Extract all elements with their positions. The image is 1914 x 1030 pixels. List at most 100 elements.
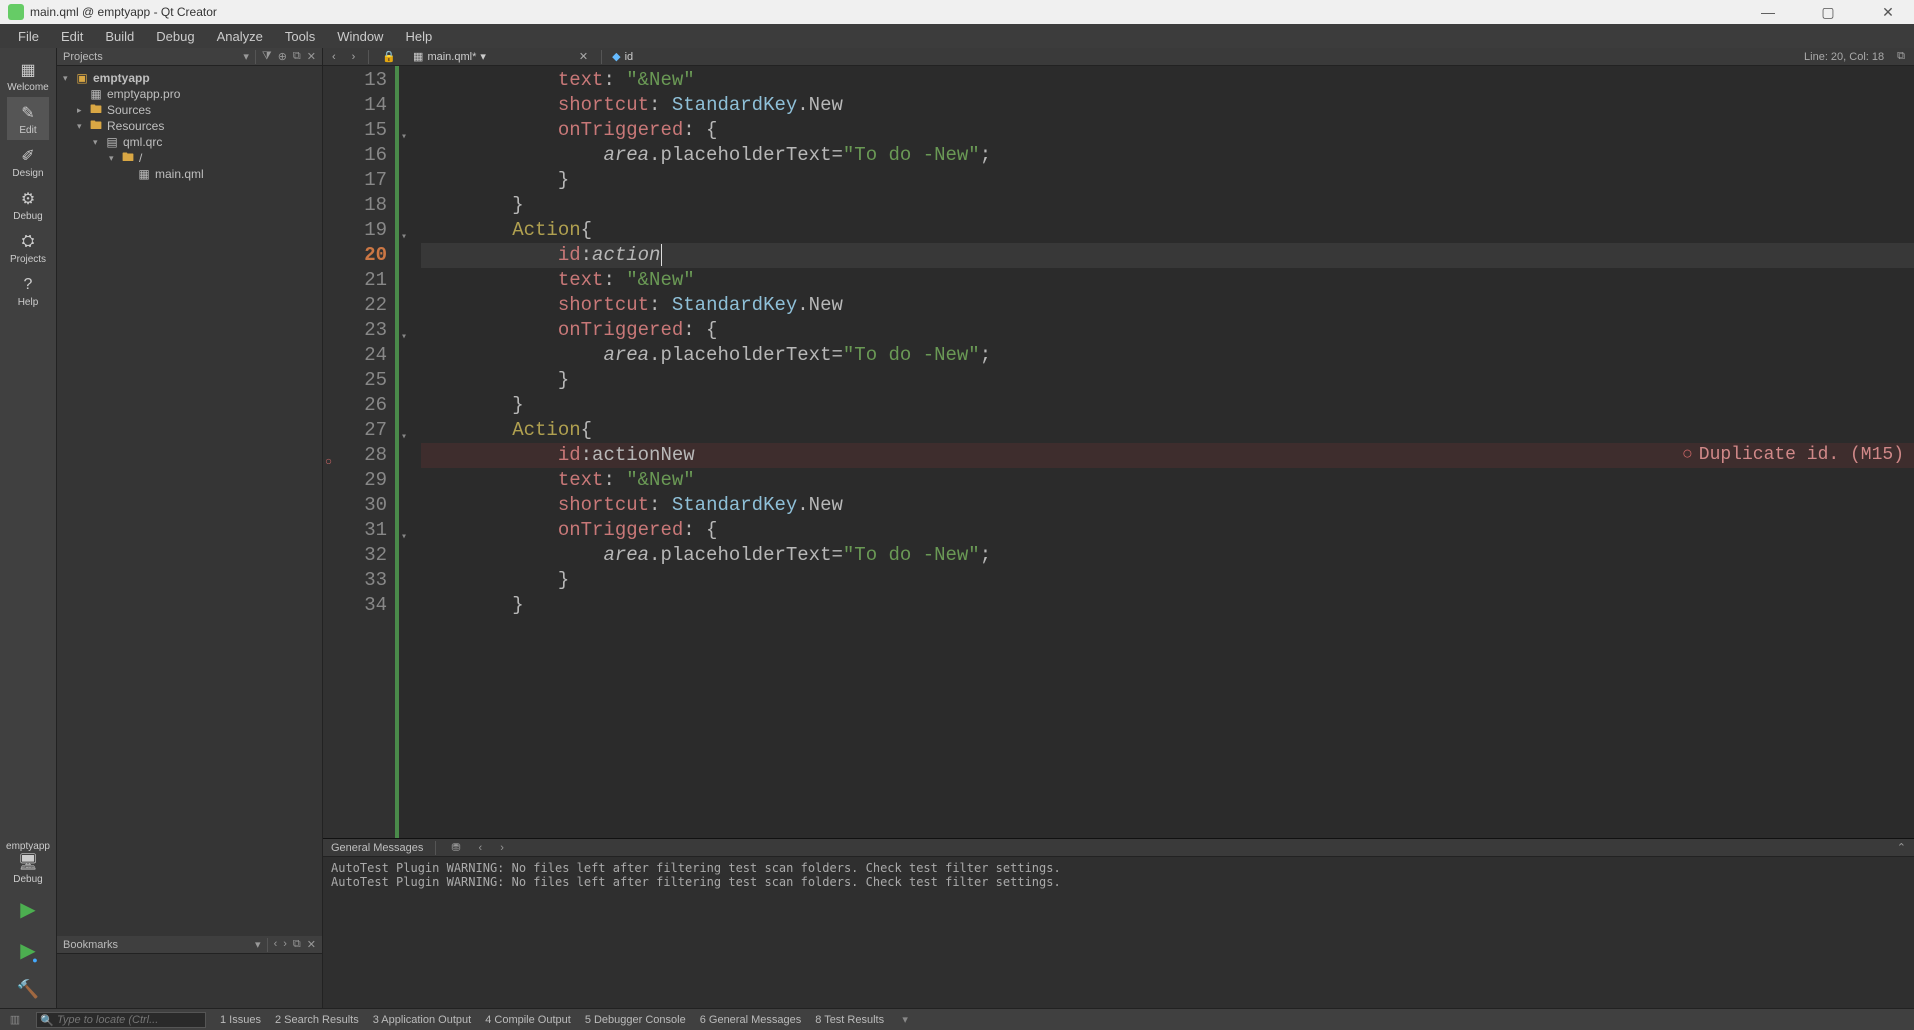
code-line[interactable]: text: "&New" — [421, 268, 1914, 293]
line-number[interactable]: 30 — [323, 493, 395, 518]
line-number[interactable]: 15 — [323, 118, 395, 143]
next-icon[interactable]: › — [283, 938, 287, 952]
mode-debug[interactable]: ⚙Debug — [7, 183, 49, 226]
gutter[interactable]: ○ 13141516171819202122232425262728293031… — [323, 66, 399, 838]
line-number[interactable]: 21 — [323, 268, 395, 293]
mode-projects[interactable]: ⛭Projects — [7, 226, 49, 269]
chevron-right-icon[interactable]: ▸ — [77, 105, 89, 116]
code-line[interactable]: id:action — [421, 243, 1914, 268]
line-number[interactable]: 25 — [323, 368, 395, 393]
kit-selector[interactable]: emptyapp 🖥 Debug — [0, 835, 56, 889]
code-editor[interactable]: ○ 13141516171819202122232425262728293031… — [323, 66, 1914, 838]
code-line[interactable]: } — [421, 393, 1914, 418]
filter-icon[interactable]: ▾ — [255, 938, 261, 952]
line-number[interactable]: 29 — [323, 468, 395, 493]
code-line[interactable]: text: "&New" — [421, 468, 1914, 493]
tree-main-qml[interactable]: ▦ main.qml — [57, 166, 322, 182]
line-number[interactable]: 26 — [323, 393, 395, 418]
chevron-down-icon[interactable]: ▾ — [109, 153, 121, 164]
line-number[interactable]: 23 — [323, 318, 395, 343]
output-pane-button[interactable]: 5 Debugger Console — [585, 1014, 686, 1026]
code-line[interactable]: onTriggered: { — [421, 318, 1914, 343]
run-debug-button[interactable]: ▶● — [20, 938, 35, 963]
menu-edit[interactable]: Edit — [51, 27, 93, 46]
prev-icon[interactable]: ‹ — [274, 938, 278, 952]
menu-window[interactable]: Window — [327, 27, 393, 46]
code-line[interactable]: } — [421, 168, 1914, 193]
line-number[interactable]: 13 — [323, 68, 395, 93]
menu-debug[interactable]: Debug — [146, 27, 204, 46]
lock-icon[interactable]: 🔒 — [379, 50, 399, 63]
menu-build[interactable]: Build — [95, 27, 144, 46]
close-file-button[interactable]: ✕ — [576, 50, 591, 63]
split-icon[interactable]: ⧉ — [293, 50, 301, 64]
line-number[interactable]: 19 — [323, 218, 395, 243]
code-line[interactable]: id:actionNew○Duplicate id. (M15) — [421, 443, 1914, 468]
code-line[interactable]: shortcut: StandardKey.New — [421, 93, 1914, 118]
code-line[interactable]: shortcut: StandardKey.New — [421, 293, 1914, 318]
line-number[interactable]: 28 — [323, 443, 395, 468]
chevron-down-icon[interactable]: ▾ — [63, 73, 75, 84]
line-number[interactable]: 24 — [323, 343, 395, 368]
mode-design[interactable]: ✐Design — [7, 140, 49, 183]
output-pane-button[interactable]: 4 Compile Output — [485, 1014, 571, 1026]
line-number[interactable]: 18 — [323, 193, 395, 218]
split-icon[interactable]: ⧉ — [293, 938, 301, 952]
code-line[interactable]: area.placeholderText="To do -New"; — [421, 143, 1914, 168]
line-number[interactable]: 32 — [323, 543, 395, 568]
chevron-down-icon[interactable]: ▾ — [77, 121, 89, 132]
tree-qrc[interactable]: ▾ ▤ qml.qrc — [57, 134, 322, 150]
funnel-icon[interactable]: ⧩ — [262, 50, 272, 64]
build-button[interactable]: 🔨 — [17, 979, 39, 1000]
code-line[interactable]: area.placeholderText="To do -New"; — [421, 543, 1914, 568]
minimize-button[interactable]: — — [1750, 4, 1786, 21]
line-number[interactable]: 20 — [323, 243, 395, 268]
line-number[interactable]: 14 — [323, 93, 395, 118]
nav-fwd-button[interactable]: › — [349, 51, 359, 63]
next-icon[interactable]: › — [497, 842, 507, 854]
line-number[interactable]: 27 — [323, 418, 395, 443]
locate-input[interactable] — [36, 1012, 206, 1028]
code-line[interactable]: shortcut: StandardKey.New — [421, 493, 1914, 518]
tree-project[interactable]: ▾ ▣ emptyapp — [57, 70, 322, 86]
close-sidebar-icon[interactable]: ✕ — [307, 50, 316, 64]
code-line[interactable]: onTriggered: { — [421, 118, 1914, 143]
sync-icon[interactable]: ⊕ — [278, 50, 287, 64]
tree-slash[interactable]: ▾ 🖿 / — [57, 150, 322, 166]
toggle-sidebar-button[interactable]: ▥ — [8, 1013, 22, 1026]
file-selector[interactable]: ▦ main.qml* ▾ — [409, 50, 566, 63]
code-line[interactable]: } — [421, 193, 1914, 218]
code-line[interactable]: } — [421, 568, 1914, 593]
code-line[interactable]: area.placeholderText="To do -New"; — [421, 343, 1914, 368]
output-pane-button[interactable]: 3 Application Output — [373, 1014, 471, 1026]
tree-resources[interactable]: ▾ 🖿 Resources — [57, 118, 322, 134]
collapse-button[interactable]: ⌃ — [1897, 841, 1906, 854]
project-tree[interactable]: ▾ ▣ emptyapp ▦ emptyapp.pro ▸ 🖿 Sources … — [57, 66, 322, 936]
error-annotation[interactable]: ○Duplicate id. (M15) — [1682, 443, 1904, 468]
code-line[interactable]: onTriggered: { — [421, 518, 1914, 543]
messages-body[interactable]: AutoTest Plugin WARNING: No files left a… — [323, 857, 1914, 1008]
line-number[interactable]: 31 — [323, 518, 395, 543]
code-line[interactable]: Action{ — [421, 218, 1914, 243]
menu-analyze[interactable]: Analyze — [207, 27, 273, 46]
output-pane-button[interactable]: 8 Test Results — [815, 1014, 884, 1026]
line-number[interactable]: 33 — [323, 568, 395, 593]
symbol-selector[interactable]: ◆ id — [612, 50, 633, 63]
maximize-button[interactable]: ▢ — [1810, 4, 1846, 21]
filter-icon[interactable]: ▾ — [243, 50, 249, 64]
mode-welcome[interactable]: ▦Welcome — [7, 54, 49, 97]
line-number[interactable]: 17 — [323, 168, 395, 193]
menu-help[interactable]: Help — [395, 27, 442, 46]
mode-edit[interactable]: ✎Edit — [7, 97, 49, 140]
menu-file[interactable]: File — [8, 27, 49, 46]
line-number[interactable]: 22 — [323, 293, 395, 318]
split-icon[interactable]: ⧉ — [1894, 50, 1908, 63]
nav-back-button[interactable]: ‹ — [329, 51, 339, 63]
prev-icon[interactable]: ‹ — [476, 842, 486, 854]
line-number[interactable]: 16 — [323, 143, 395, 168]
code-line[interactable]: } — [421, 593, 1914, 618]
filter-icon[interactable]: ⛃ — [448, 841, 463, 854]
output-pane-button[interactable]: 1 Issues — [220, 1014, 261, 1026]
run-button[interactable]: ▶ — [20, 897, 35, 922]
output-pane-button[interactable]: 2 Search Results — [275, 1014, 359, 1026]
